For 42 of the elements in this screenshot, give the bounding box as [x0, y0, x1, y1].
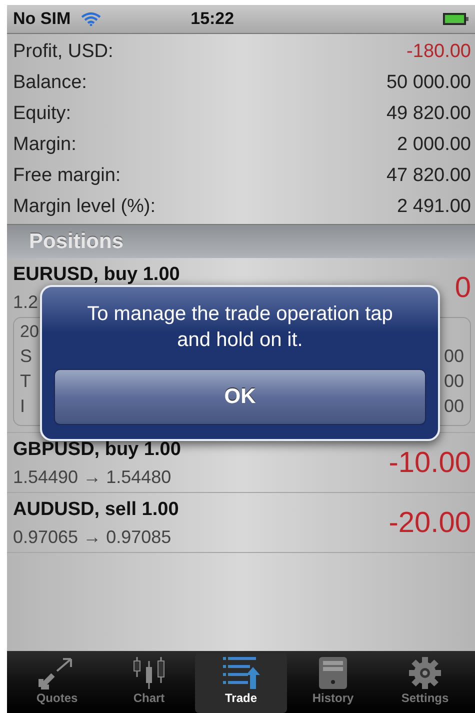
account-value: 47 820.00 — [386, 164, 471, 186]
ok-button[interactable]: OK — [54, 369, 426, 425]
account-label: Balance: — [13, 72, 87, 94]
account-value: 2 000.00 — [397, 134, 471, 156]
detail-value: 00 — [444, 371, 464, 392]
tab[interactable]: Quotes — [11, 653, 103, 713]
tab[interactable]: History — [287, 653, 379, 713]
detail-label: T — [20, 371, 31, 392]
detail-value: 00 — [444, 346, 464, 367]
account-label: Profit, USD: — [13, 40, 114, 62]
account-label: Margin level (%): — [13, 196, 156, 218]
alert-message: To manage the trade operation tap and hold on it. — [86, 302, 394, 353]
position-row[interactable]: AUDUSD, sell 1.00 0.97065 → 0.97085 -20.00 — [7, 493, 475, 553]
detail-value: 00 — [444, 396, 464, 417]
account-value: 49 820.00 — [386, 102, 471, 124]
account-value: 2 491.00 — [397, 196, 471, 218]
tab[interactable]: Trade — [195, 653, 287, 713]
tab[interactable]: Chart — [103, 653, 195, 713]
position-title: AUDUSD, sell 1.00 — [13, 499, 179, 521]
position-title: EURUSD, buy 1.00 — [13, 264, 180, 286]
position-prices: 1.54490 → 1.54480 — [13, 467, 172, 488]
position-profit: -20.00 — [388, 507, 471, 540]
account-label: Margin: — [13, 134, 76, 156]
position-profit: -10.00 — [388, 447, 471, 480]
account-label: Equity: — [13, 102, 72, 124]
detail-label: I — [20, 396, 26, 417]
position-prices: 0.97065 → 0.97085 — [13, 527, 172, 548]
tab[interactable]: Settings — [379, 653, 471, 713]
wifi-icon — [80, 12, 101, 26]
open-time: 20 — [20, 322, 39, 342]
battery-icon — [443, 13, 469, 25]
carrier-label: No SIM — [13, 9, 71, 29]
position-title: GBPUSD, buy 1.00 — [13, 439, 181, 461]
position-prices: 1.2 — [13, 292, 38, 313]
clock: 15:22 — [190, 9, 236, 29]
account-label: Free margin: — [13, 164, 121, 186]
position-profit: 0 — [454, 272, 471, 305]
detail-label: S — [20, 346, 32, 367]
account-value: 50 000.00 — [386, 72, 471, 94]
list-arrow-icon — [221, 655, 261, 691]
section-title: Positions — [29, 230, 124, 254]
account-value: -180.00 — [406, 40, 471, 62]
